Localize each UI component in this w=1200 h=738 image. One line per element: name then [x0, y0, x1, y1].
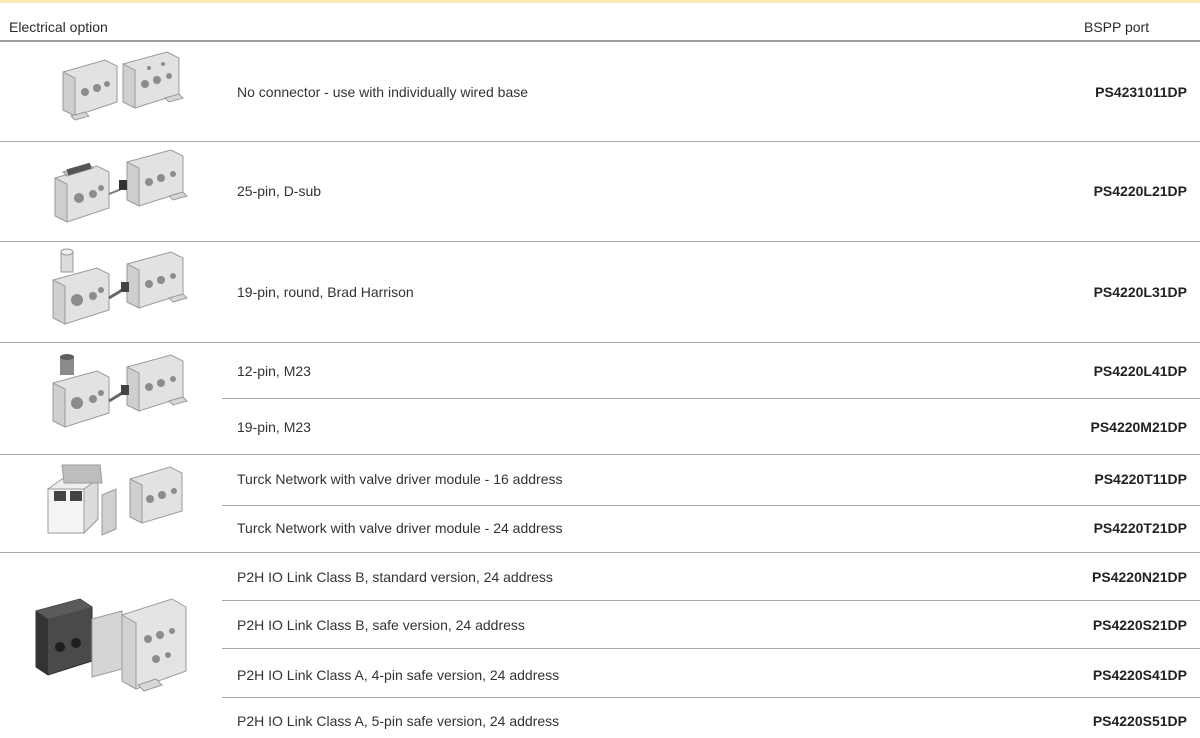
product-image-no-connector	[0, 42, 222, 141]
top-accent-line	[0, 0, 1200, 3]
part-number: PS4231011DP	[1095, 84, 1187, 100]
option-desc: P2H IO Link Class B, safe version, 24 ad…	[237, 617, 525, 633]
option-desc: No connector - use with individually wir…	[237, 84, 529, 100]
product-image-turck	[0, 455, 222, 552]
option-desc: 19-pin, round, Brad Harrison	[237, 284, 414, 300]
option-desc: 19-pin, M23	[237, 419, 311, 435]
part-number: PS4220T21DP	[1093, 520, 1187, 536]
row-divider	[222, 697, 1200, 698]
row-divider	[222, 505, 1200, 506]
part-number: PS4220M21DP	[1090, 419, 1187, 435]
product-image-io-link	[0, 553, 222, 738]
product-image-dsub	[0, 142, 222, 241]
part-number: PS4220S51DP	[1092, 713, 1187, 729]
table-header: Electrical option BSPP port	[0, 4, 1200, 40]
turck-module-base-icon	[47, 464, 183, 536]
row-divider	[222, 600, 1200, 601]
header-electrical-option: Electrical option	[9, 19, 108, 35]
option-desc: Turck Network with valve driver module -…	[237, 520, 563, 536]
part-number: PS4220L41DP	[1093, 363, 1187, 379]
product-image-round	[0, 242, 222, 342]
row-divider	[222, 648, 1200, 649]
option-desc: P2H IO Link Class B, standard version, 2…	[237, 569, 553, 585]
io-link-module-base-icon	[35, 598, 187, 692]
row-divider	[222, 398, 1200, 399]
part-number: PS4220L21DP	[1093, 183, 1187, 199]
option-desc: P2H IO Link Class A, 4-pin safe version,…	[237, 667, 560, 683]
header-bspp-port: BSPP port	[1084, 19, 1150, 35]
product-image-m23	[0, 343, 222, 454]
option-desc: 12-pin, M23	[237, 363, 311, 379]
option-desc: P2H IO Link Class A, 5-pin safe version,…	[237, 713, 560, 729]
part-number: PS4220L31DP	[1093, 284, 1187, 300]
m23-connector-base-icon	[52, 354, 188, 428]
dsub-connector-base-icon	[54, 149, 188, 223]
round-connector-base-icon	[52, 248, 188, 325]
option-desc: 25-pin, D-sub	[237, 183, 322, 199]
option-desc: Turck Network with valve driver module -…	[237, 471, 563, 487]
base-block-pair-icon	[62, 51, 184, 121]
part-number: PS4220S41DP	[1092, 667, 1187, 683]
part-number: PS4220N21DP	[1092, 569, 1187, 585]
part-number: PS4220S21DP	[1092, 617, 1187, 633]
part-number: PS4220T11DP	[1094, 471, 1187, 487]
